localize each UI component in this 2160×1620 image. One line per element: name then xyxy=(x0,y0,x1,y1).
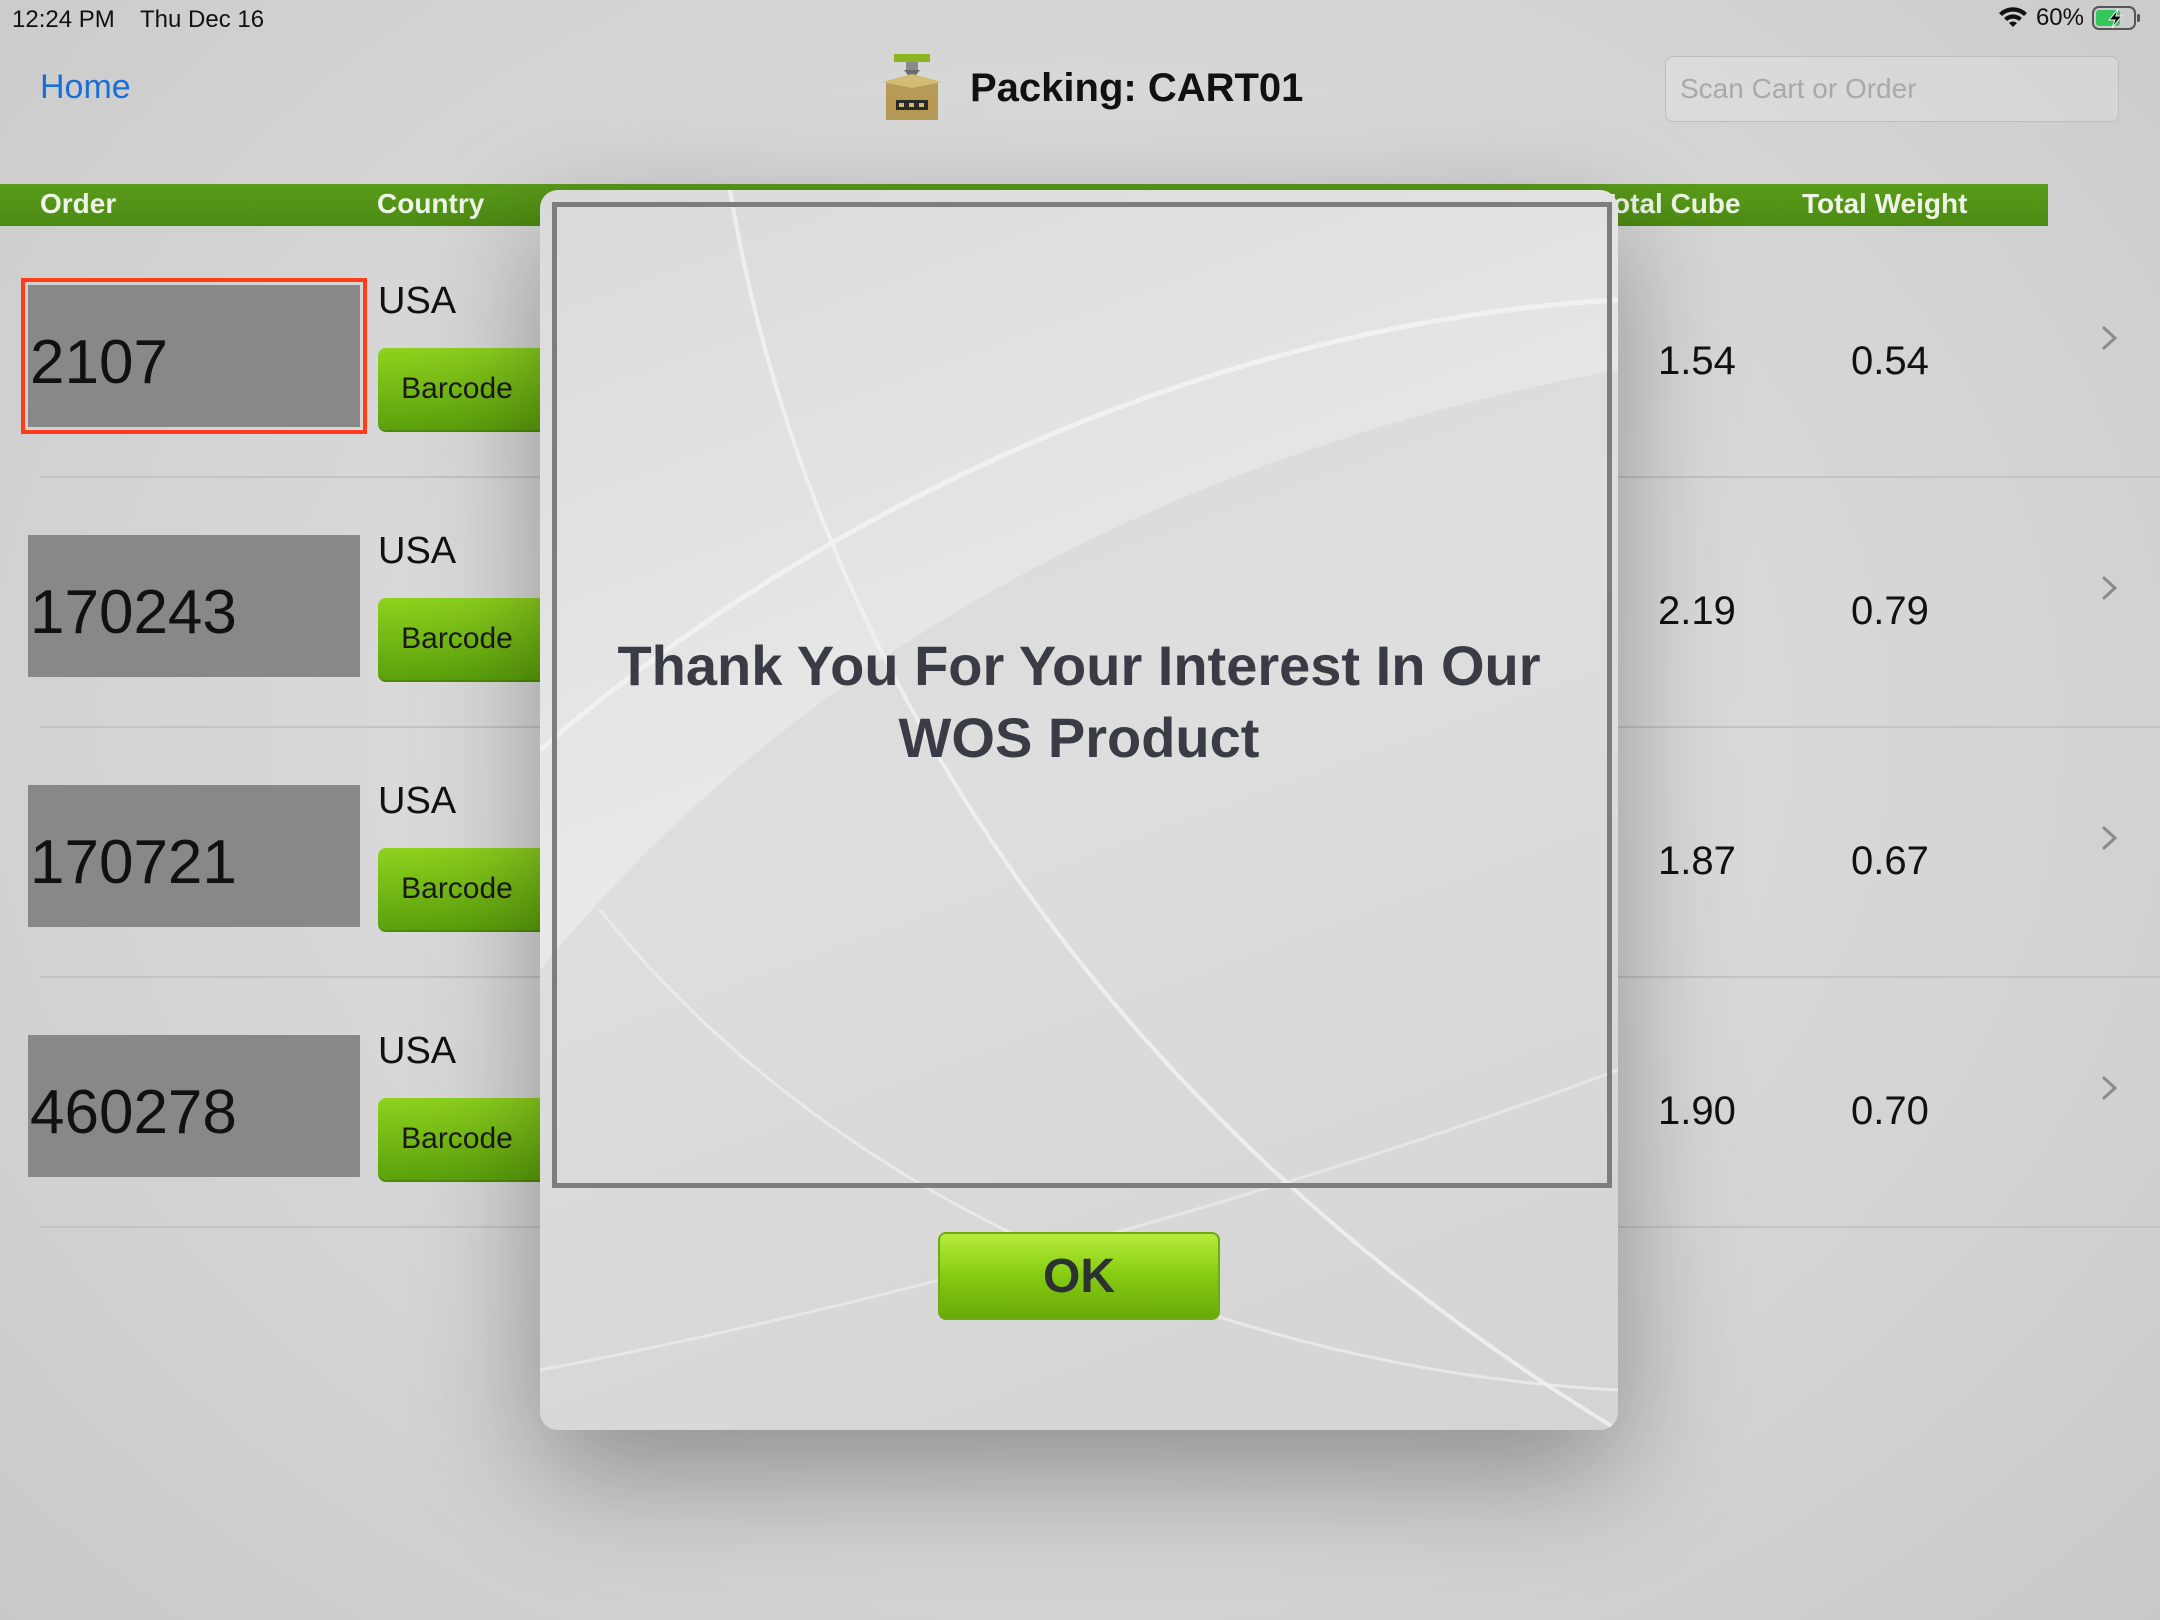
page-header: Packing: CART01 xyxy=(880,52,1303,124)
status-indicators: 60% xyxy=(1998,4,2142,32)
header-total-weight: Total Weight xyxy=(1802,188,1968,219)
status-date: Thu Dec 16 xyxy=(140,6,265,33)
order-number: 2107 xyxy=(30,328,168,397)
chevron-right-icon[interactable] xyxy=(2100,818,2120,858)
country-label: USA xyxy=(378,530,457,572)
total-weight-value: 0.67 xyxy=(1851,839,1929,883)
battery-charging-icon xyxy=(2092,6,2140,30)
total-cube-value: 1.87 xyxy=(1658,839,1736,883)
package-logo-icon xyxy=(882,54,942,120)
country-label: USA xyxy=(378,1030,457,1072)
order-number-box[interactable]: 170721 xyxy=(28,785,360,927)
order-number-box[interactable]: 2107 xyxy=(21,278,367,434)
barcode-button[interactable]: Barcode xyxy=(378,598,558,680)
header-order: Order xyxy=(40,188,117,219)
status-time: 12:24 PM xyxy=(12,6,115,33)
alert-message: Thank You For Your Interest In Our WOS P… xyxy=(617,634,1541,769)
total-weight-value: 0.70 xyxy=(1851,1089,1929,1133)
total-weight-value: 0.79 xyxy=(1851,589,1929,633)
total-cube-value: 1.54 xyxy=(1658,339,1736,383)
chevron-right-icon[interactable] xyxy=(2100,1068,2120,1108)
total-weight-value: 0.54 xyxy=(1851,339,1929,383)
order-number: 170243 xyxy=(30,578,237,647)
header-total-cube: Total Cube xyxy=(1598,188,1741,219)
chevron-right-icon[interactable] xyxy=(2100,568,2120,608)
order-number-box[interactable]: 460278 xyxy=(28,1035,360,1177)
barcode-button[interactable]: Barcode xyxy=(378,848,558,930)
wifi-icon xyxy=(1998,7,2027,27)
header-country: Country xyxy=(377,188,485,219)
ok-button[interactable]: OK xyxy=(938,1232,1220,1320)
country-label: USA xyxy=(378,280,457,322)
order-number: 170721 xyxy=(30,828,237,897)
total-cube-value: 1.90 xyxy=(1658,1089,1736,1133)
alert-dialog: Thank You For Your Interest In Our WOS P… xyxy=(540,190,1618,1430)
scan-search-input[interactable] xyxy=(1665,56,2119,122)
page-title: Packing: CART01 xyxy=(970,65,1304,110)
order-number: 460278 xyxy=(30,1078,237,1147)
chevron-right-icon[interactable] xyxy=(2100,318,2120,358)
battery-percent: 60% xyxy=(2035,4,2084,31)
barcode-button[interactable]: Barcode xyxy=(378,1098,558,1180)
home-link[interactable]: Home xyxy=(40,68,131,107)
country-label: USA xyxy=(378,780,457,822)
barcode-button[interactable]: Barcode xyxy=(378,348,558,430)
order-number-box[interactable]: 170243 xyxy=(28,535,360,677)
status-bar: 12:24 PM Thu Dec 16 60% xyxy=(0,0,2160,40)
total-cube-value: 2.19 xyxy=(1658,589,1736,633)
